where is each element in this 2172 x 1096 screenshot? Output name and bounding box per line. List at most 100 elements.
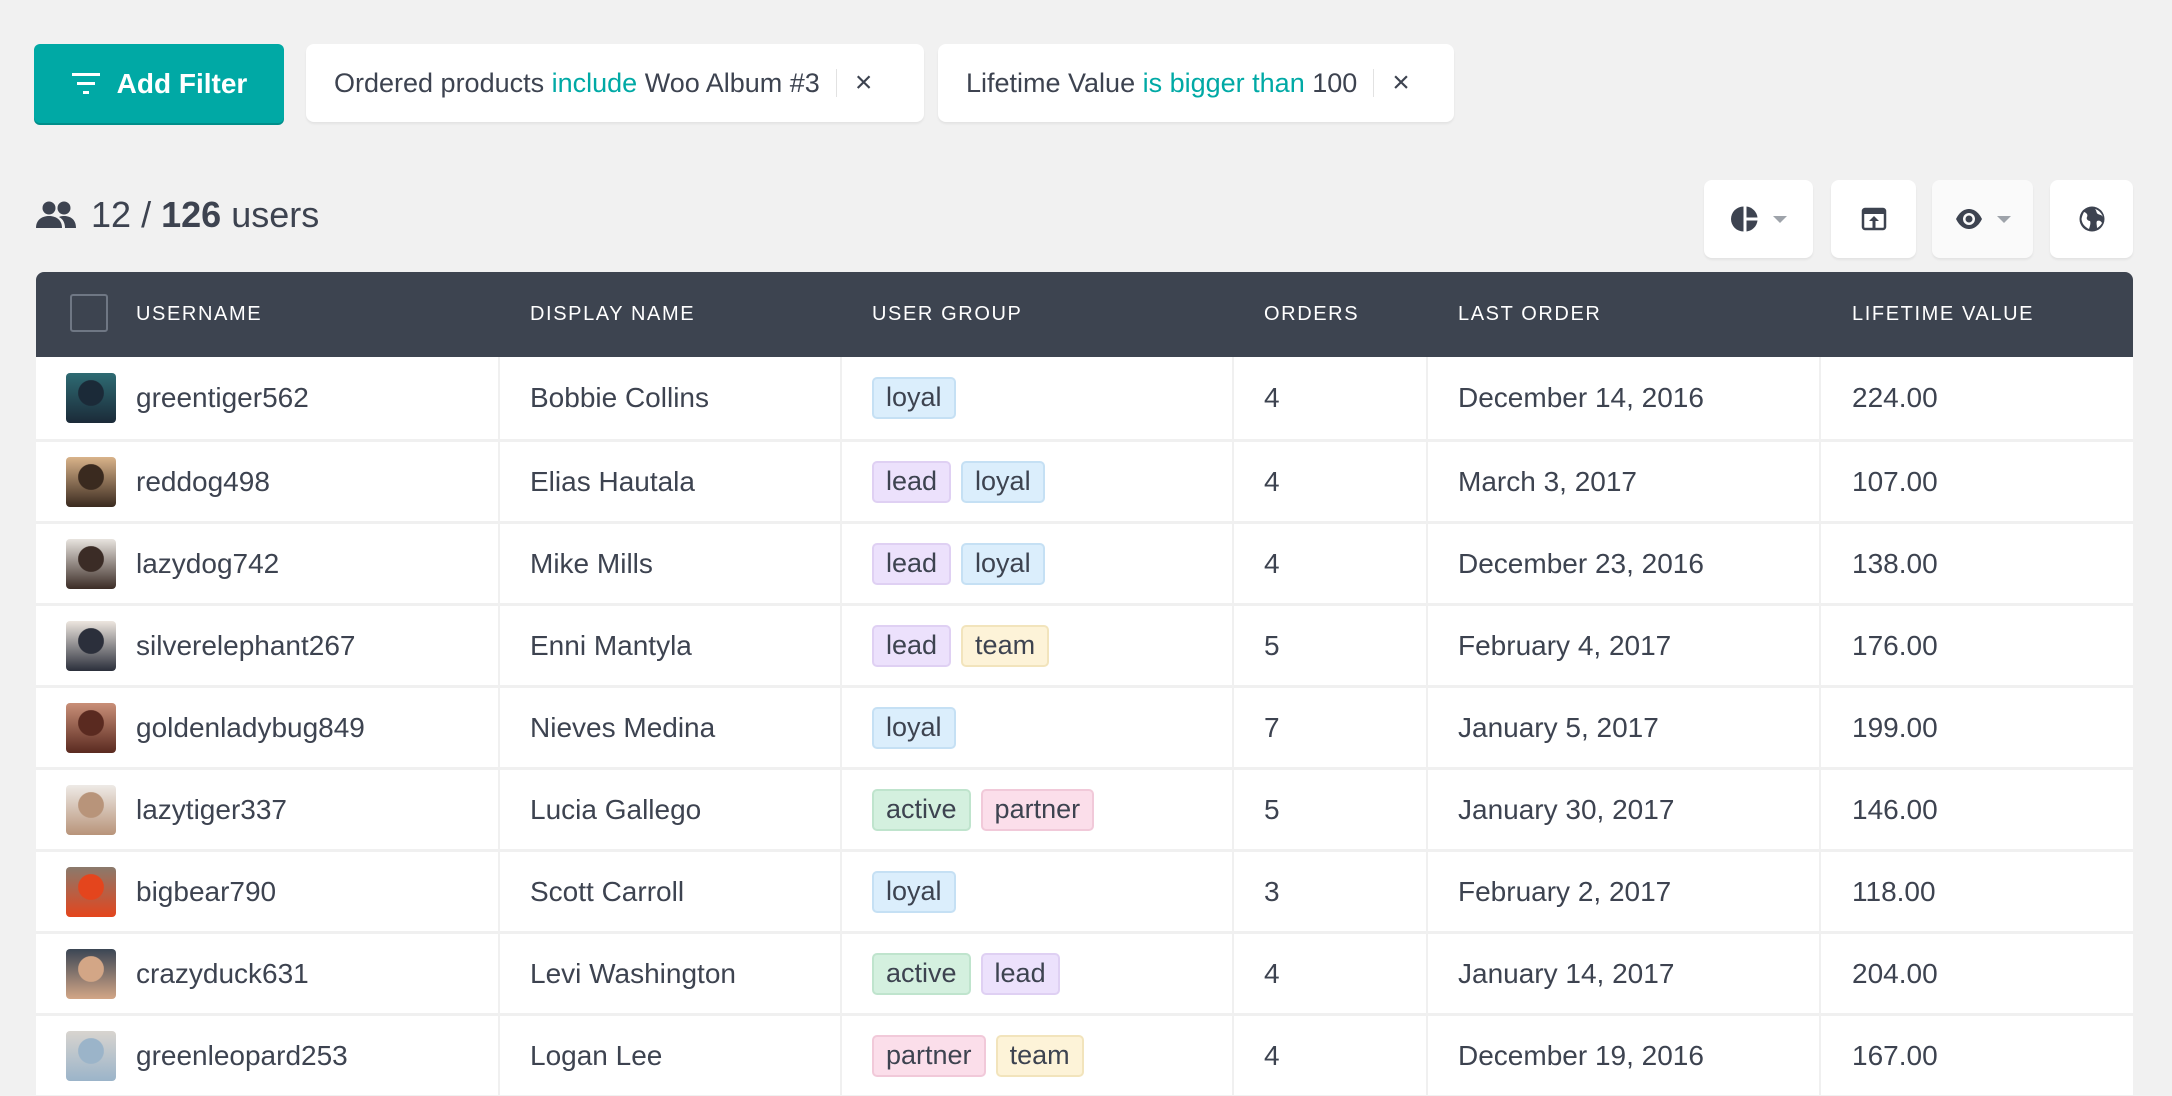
segments-button[interactable] xyxy=(1704,180,1813,258)
orders: 5 xyxy=(1264,629,1280,661)
user-group-tag-active: active xyxy=(872,952,971,995)
user-groups: partner team xyxy=(872,1016,1094,1095)
column-divider xyxy=(498,442,500,521)
column-visibility-button[interactable] xyxy=(1932,180,2033,258)
user-groups: loyal xyxy=(872,852,966,931)
chevron-down-icon xyxy=(1996,215,2011,223)
display-name: Elias Hautala xyxy=(530,465,695,497)
total-count: 126 xyxy=(161,194,222,235)
avatar xyxy=(66,866,116,917)
user-groups: lead team xyxy=(872,606,1059,685)
column-header-display-name[interactable]: DISPLAY NAME xyxy=(530,272,695,357)
filter-chip-ordered-products[interactable]: Ordered products include Woo Album #3 × xyxy=(306,44,924,122)
table-row[interactable]: greentiger562 Bobbie Collins loyal 4 Dec… xyxy=(36,357,2133,439)
table-row[interactable]: greenleopard253 Logan Lee partner team 4 … xyxy=(36,1013,2133,1095)
username[interactable]: reddog498 xyxy=(136,442,270,521)
table-row[interactable]: crazyduck631 Levi Washington active lead … xyxy=(36,931,2133,1013)
column-divider xyxy=(1819,934,1821,1013)
column-divider xyxy=(1819,1016,1821,1095)
display-name: Bobbie Collins xyxy=(530,382,709,413)
filter-value: 100 xyxy=(1312,67,1358,98)
column-divider xyxy=(1232,1016,1234,1095)
lifetime-value: 118.00 xyxy=(1852,875,1936,907)
add-filter-button[interactable]: Add Filter xyxy=(34,44,284,123)
column-header-orders[interactable]: ORDERS xyxy=(1264,272,1359,357)
user-group-tag-loyal: loyal xyxy=(872,706,956,749)
filter-chip-lifetime-value[interactable]: Lifetime Value is bigger than 100 × xyxy=(938,44,1454,122)
username[interactable]: bigbear790 xyxy=(136,852,276,931)
table-row[interactable]: lazydog742 Mike Mills lead loyal 4 Decemb… xyxy=(36,521,2133,603)
column-divider xyxy=(1819,442,1821,521)
filter-value: Woo Album #3 xyxy=(644,67,820,98)
export-icon xyxy=(1861,207,1886,231)
users-table: USERNAME DISPLAY NAME USER GROUP ORDERS … xyxy=(36,272,2133,1095)
column-header-last-order[interactable]: LAST ORDER xyxy=(1458,272,1601,357)
orders: 4 xyxy=(1264,957,1280,989)
display-name: Enni Mantyla xyxy=(530,629,692,661)
count-unit: users xyxy=(231,194,320,235)
table-row[interactable]: silverelephant267 Enni Mantyla lead team … xyxy=(36,603,2133,685)
remove-filter-icon[interactable]: × xyxy=(855,68,873,98)
column-divider xyxy=(498,934,500,1013)
column-divider xyxy=(1819,357,1821,439)
table-row[interactable]: reddog498 Elias Hautala lead loyal 4 Marc… xyxy=(36,439,2133,521)
username[interactable]: greentiger562 xyxy=(136,357,309,439)
column-divider xyxy=(840,357,842,439)
column-header-lifetime-value[interactable]: LIFETIME VALUE xyxy=(1852,272,2034,357)
column-divider xyxy=(1426,606,1428,685)
orders: 5 xyxy=(1264,793,1280,825)
export-button[interactable] xyxy=(1831,180,1916,258)
username[interactable]: lazydog742 xyxy=(136,524,279,603)
column-divider xyxy=(1426,770,1428,849)
filter-operator: include xyxy=(551,67,638,98)
column-header-user-group[interactable]: USER GROUP xyxy=(872,272,1022,357)
table-row[interactable]: bigbear790 Scott Carroll loyal 3 Februar… xyxy=(36,849,2133,931)
filter-field: Ordered products xyxy=(334,67,545,98)
display-name: Scott Carroll xyxy=(530,875,685,907)
eye-icon xyxy=(1955,209,1982,229)
username[interactable]: greenleopard253 xyxy=(136,1016,348,1095)
avatar xyxy=(66,373,116,423)
username[interactable]: lazytiger337 xyxy=(136,770,287,849)
last-order: January 5, 2017 xyxy=(1458,711,1659,743)
username[interactable]: silverelephant267 xyxy=(136,606,356,685)
column-divider xyxy=(840,688,842,767)
username[interactable]: goldenladybug849 xyxy=(136,688,365,767)
geolocation-button[interactable] xyxy=(2050,180,2133,258)
chip-divider xyxy=(1373,69,1375,97)
column-divider xyxy=(1819,524,1821,603)
column-divider xyxy=(840,770,842,849)
avatar xyxy=(66,456,116,507)
user-groups: lead loyal xyxy=(872,524,1055,603)
user-group-tag-loyal: loyal xyxy=(961,460,1045,503)
orders: 3 xyxy=(1264,875,1280,907)
column-divider xyxy=(1426,1016,1428,1095)
last-order: March 3, 2017 xyxy=(1458,465,1637,497)
last-order: February 4, 2017 xyxy=(1458,629,1672,661)
lifetime-value: 146.00 xyxy=(1852,793,1938,825)
pie-chart-icon xyxy=(1730,206,1757,232)
column-divider xyxy=(840,442,842,521)
user-count: 12 / 126 users xyxy=(35,190,319,240)
orders: 4 xyxy=(1264,465,1280,497)
lifetime-value: 224.00 xyxy=(1852,382,1938,413)
column-divider xyxy=(1426,688,1428,767)
display-name: Logan Lee xyxy=(530,1039,663,1071)
user-group-tag-team: team xyxy=(995,1034,1084,1077)
table-row[interactable]: lazytiger337 Lucia Gallego active partner… xyxy=(36,767,2133,849)
users-icon xyxy=(36,201,76,228)
table-row[interactable]: goldenladybug849 Nieves Medina loyal 7 J… xyxy=(36,685,2133,767)
last-order: December 19, 2016 xyxy=(1458,1039,1704,1071)
user-group-tag-loyal: loyal xyxy=(872,870,956,913)
avatar xyxy=(66,538,116,589)
column-divider xyxy=(1232,688,1234,767)
column-divider xyxy=(1232,442,1234,521)
column-header-username[interactable]: USERNAME xyxy=(136,272,262,357)
remove-filter-icon[interactable]: × xyxy=(1392,68,1410,98)
user-group-tag-active: active xyxy=(872,788,971,831)
display-name: Lucia Gallego xyxy=(530,793,702,825)
display-name: Nieves Medina xyxy=(530,711,716,743)
user-groups: loyal xyxy=(872,688,966,767)
select-all-checkbox[interactable] xyxy=(70,294,108,332)
username[interactable]: crazyduck631 xyxy=(136,934,309,1013)
